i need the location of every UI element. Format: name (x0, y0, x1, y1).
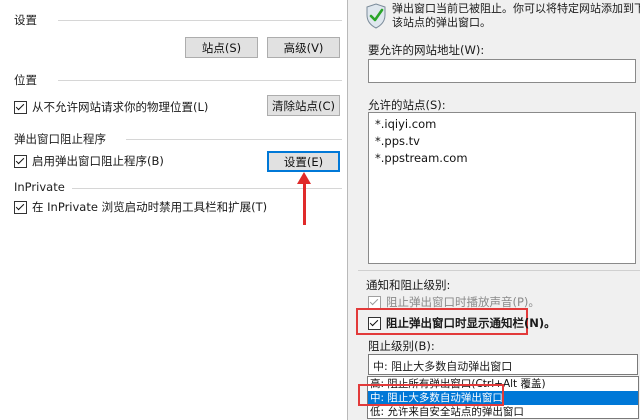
show-bar-label: 阻止弹出窗口时显示通知栏(N)。 (386, 316, 556, 330)
dropdown-option-low[interactable]: 低: 允许来自安全站点的弹出窗口 (368, 405, 638, 419)
settings-section-title: 设置 (14, 13, 37, 27)
notify-divider (358, 270, 640, 271)
internet-options-privacy-panel: 设置 站点(S) 高级(V) 位置 从不允许网站请求你的物理位置(L) 清除站点… (0, 0, 346, 420)
dropdown-highlight-box (358, 384, 504, 406)
show-bar-checkbox-row[interactable]: 阻止弹出窗口时显示通知栏(N)。 (368, 315, 556, 331)
allowed-sites-label: 允许的站点(S): (368, 98, 446, 112)
clear-sites-button[interactable]: 清除站点(C) (267, 95, 340, 116)
info-text-line2: 该站点的弹出窗口。 (392, 16, 491, 29)
location-divider (58, 80, 342, 81)
settings-divider (58, 20, 342, 21)
inprivate-divider (72, 188, 342, 189)
popup-blocker-section-title: 弹出窗口阻止程序 (14, 132, 106, 146)
show-bar-checkbox[interactable] (368, 316, 381, 330)
advanced-button[interactable]: 高级(V) (267, 37, 340, 58)
location-checkbox-row[interactable]: 从不允许网站请求你的物理位置(L) (14, 99, 208, 115)
list-item[interactable]: *.pps.tv (375, 134, 420, 148)
inprivate-checkbox[interactable] (14, 200, 27, 214)
play-sound-checkbox[interactable] (368, 295, 381, 309)
popup-blocker-divider (126, 139, 342, 140)
popup-blocker-checkbox-label: 启用弹出窗口阻止程序(B) (32, 154, 164, 168)
inprivate-checkbox-row[interactable]: 在 InPrivate 浏览启动时禁用工具栏和扩展(T) (14, 199, 267, 215)
inprivate-section-title: InPrivate (14, 180, 65, 194)
sites-button[interactable]: 站点(S) (185, 37, 258, 58)
location-checkbox-label: 从不允许网站请求你的物理位置(L) (32, 100, 209, 114)
list-item[interactable]: *.iqiyi.com (375, 117, 436, 131)
block-level-select[interactable]: 中: 阻止大多数自动弹出窗口 (368, 354, 638, 375)
location-section-title: 位置 (14, 73, 37, 87)
address-label: 要允许的网站地址(W): (368, 43, 485, 57)
allowed-sites-list[interactable]: *.iqiyi.com *.pps.tv *.ppstream.com (368, 112, 636, 264)
inprivate-checkbox-label: 在 InPrivate 浏览启动时禁用工具栏和扩展(T) (32, 200, 268, 214)
popup-blocker-checkbox[interactable] (14, 154, 27, 168)
address-input[interactable] (368, 59, 636, 83)
red-arrow-shaft (303, 181, 306, 225)
popup-settings-button[interactable]: 设置(E) (267, 151, 340, 172)
popup-blocker-checkbox-row[interactable]: 启用弹出窗口阻止程序(B) (14, 153, 164, 169)
location-checkbox[interactable] (14, 100, 27, 114)
list-item[interactable]: *.ppstream.com (375, 151, 468, 165)
shield-check-icon (366, 3, 386, 29)
block-level-label: 阻止级别(B): (368, 339, 435, 353)
notify-section-label: 通知和阻止级别: (366, 278, 451, 292)
block-level-selected: 中: 阻止大多数自动弹出窗口 (373, 360, 513, 373)
